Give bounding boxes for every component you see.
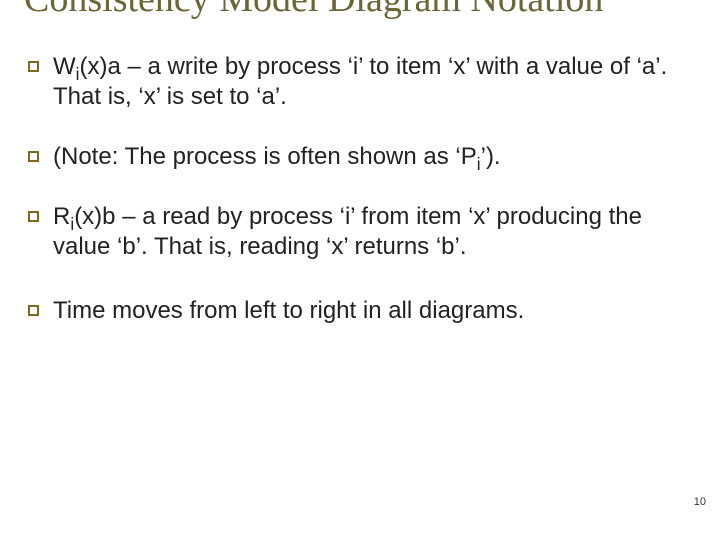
slide-title: Consistency Model Diagram Notation — [24, 0, 692, 22]
bullet-item: Ri(x)b – a read by process ‘i’ from item… — [28, 202, 692, 262]
bullet-text: (Note: The process is often shown as ‘Pi… — [53, 142, 692, 172]
square-bullet-icon — [28, 211, 39, 222]
bullet-text: Time moves from left to right in all dia… — [53, 296, 692, 326]
slide-number: 10 — [694, 496, 706, 508]
bullet-item: Time moves from left to right in all dia… — [28, 296, 692, 326]
slide-body: Wi(x)a – a write by process ‘i’ to item … — [24, 52, 692, 326]
bullet-item: Wi(x)a – a write by process ‘i’ to item … — [28, 52, 692, 112]
square-bullet-icon — [28, 61, 39, 72]
square-bullet-icon — [28, 151, 39, 162]
bullet-text: Ri(x)b – a read by process ‘i’ from item… — [53, 202, 692, 262]
bullet-text: Wi(x)a – a write by process ‘i’ to item … — [53, 52, 692, 112]
bullet-item: (Note: The process is often shown as ‘Pi… — [28, 142, 692, 172]
square-bullet-icon — [28, 305, 39, 316]
